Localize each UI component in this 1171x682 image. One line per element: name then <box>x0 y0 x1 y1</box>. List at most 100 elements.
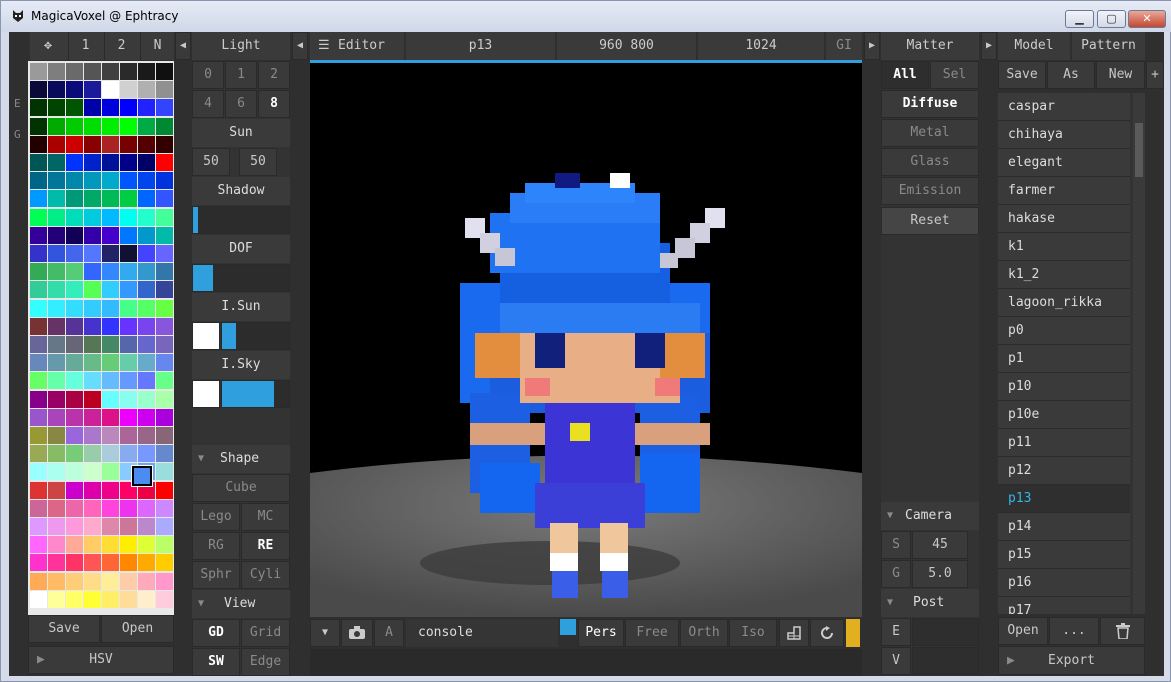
model-save-as-button[interactable]: As <box>1047 61 1095 89</box>
palette-swatch[interactable] <box>84 572 101 590</box>
palette-swatch[interactable] <box>30 281 47 299</box>
palette-swatch[interactable] <box>66 317 83 335</box>
palette-swatch[interactable] <box>120 81 137 99</box>
model-open-button[interactable]: Open <box>998 617 1048 645</box>
palette-swatch[interactable] <box>120 281 137 299</box>
palette-swatch[interactable] <box>138 590 155 608</box>
palette-swatch[interactable] <box>138 135 155 153</box>
palette-tab-n[interactable]: N <box>140 32 174 60</box>
light-preset-2[interactable]: 2 <box>258 61 290 89</box>
palette-swatch[interactable] <box>30 390 47 408</box>
palette-swatch[interactable] <box>156 154 173 171</box>
palette-swatch[interactable] <box>138 81 155 99</box>
palette-swatch[interactable] <box>84 135 101 153</box>
palette-swatch[interactable] <box>66 263 83 281</box>
color-palette[interactable] <box>28 61 174 615</box>
collapse-light-icon[interactable]: ◀ <box>292 32 308 60</box>
palette-swatch[interactable] <box>156 463 173 481</box>
editor-menu[interactable]: ☰ Editor <box>310 32 404 60</box>
palette-swatch[interactable] <box>66 226 83 244</box>
gi-button[interactable]: GI <box>826 32 862 60</box>
isun-color-swatch[interactable] <box>192 322 220 350</box>
view-grid[interactable]: Grid <box>241 619 290 647</box>
palette-swatch[interactable] <box>30 226 47 244</box>
palette-swatch[interactable] <box>84 499 101 517</box>
material-glass[interactable]: Glass <box>881 148 979 176</box>
palette-swatch[interactable] <box>138 572 155 590</box>
palette-swatch[interactable] <box>84 190 101 208</box>
model-list-item[interactable]: p1 <box>998 345 1130 373</box>
palette-swatch[interactable] <box>48 390 65 408</box>
isun-slider[interactable] <box>221 322 290 350</box>
palette-swatch[interactable] <box>48 481 65 499</box>
palette-swatch[interactable] <box>156 299 173 317</box>
palette-swatch[interactable] <box>66 536 83 554</box>
view-sw[interactable]: SW <box>192 648 240 676</box>
side-e[interactable]: E <box>14 97 21 110</box>
palette-swatch[interactable] <box>30 208 47 226</box>
palette-swatch[interactable] <box>48 135 65 153</box>
palette-swatch[interactable] <box>84 372 101 390</box>
palette-swatch[interactable] <box>138 390 155 408</box>
camera-g-value[interactable]: 5.0 <box>912 560 968 588</box>
palette-swatch[interactable] <box>120 117 137 135</box>
light-preset-8[interactable]: 8 <box>258 90 290 118</box>
palette-swatch[interactable] <box>48 190 65 208</box>
palette-swatch[interactable] <box>120 499 137 517</box>
palette-swatch[interactable] <box>156 117 173 135</box>
palette-swatch[interactable] <box>48 572 65 590</box>
model-list-item[interactable]: p16 <box>998 569 1130 597</box>
side-g[interactable]: G <box>14 128 21 141</box>
palette-swatch[interactable] <box>120 263 137 281</box>
palette-swatch[interactable] <box>30 590 47 608</box>
palette-swatch[interactable] <box>66 390 83 408</box>
console-input[interactable]: console <box>406 619 558 647</box>
palette-swatch[interactable] <box>156 99 173 117</box>
palette-tab-2[interactable]: 2 <box>104 32 138 60</box>
palette-swatch[interactable] <box>156 63 173 80</box>
palette-swatch[interactable] <box>120 245 137 262</box>
palette-swatch[interactable] <box>102 518 119 535</box>
palette-swatch[interactable] <box>30 481 47 499</box>
palette-swatch[interactable] <box>120 427 137 444</box>
model-list-item[interactable]: farmer <box>998 177 1130 205</box>
palette-swatch[interactable] <box>120 445 137 463</box>
model-list-item[interactable]: p14 <box>998 513 1130 541</box>
model-list-item[interactable]: p15 <box>998 541 1130 569</box>
camera-section[interactable]: ▼ Camera <box>881 502 979 530</box>
model-more-button[interactable]: ... <box>1049 617 1099 645</box>
palette-swatch[interactable] <box>102 408 119 426</box>
model-save-button[interactable]: Save <box>998 61 1046 89</box>
material-metal[interactable]: Metal <box>881 119 979 147</box>
collapse-model-icon[interactable]: ▶ <box>981 32 997 60</box>
palette-swatch[interactable] <box>120 135 137 153</box>
palette-swatch[interactable] <box>156 427 173 444</box>
palette-swatch[interactable] <box>30 572 47 590</box>
shape-lego[interactable]: Lego <box>192 503 240 531</box>
palette-swatch[interactable] <box>30 499 47 517</box>
palette-swatch[interactable] <box>156 445 173 463</box>
palette-swatch[interactable] <box>66 481 83 499</box>
palette-swatch[interactable] <box>138 117 155 135</box>
palette-swatch[interactable] <box>156 190 173 208</box>
palette-swatch[interactable] <box>30 81 47 99</box>
mode-pers[interactable]: Pers <box>578 619 624 647</box>
light-preset-1[interactable]: 1 <box>225 61 257 89</box>
palette-swatch[interactable] <box>30 135 47 153</box>
palette-swatch[interactable] <box>48 590 65 608</box>
palette-swatch[interactable] <box>102 263 119 281</box>
palette-swatch[interactable] <box>66 518 83 535</box>
palette-swatch[interactable] <box>156 408 173 426</box>
palette-swatch[interactable] <box>156 499 173 517</box>
palette-swatch[interactable] <box>138 208 155 226</box>
palette-swatch[interactable] <box>102 354 119 372</box>
model-list-item[interactable]: caspar <box>998 93 1130 121</box>
palette-swatch[interactable] <box>84 445 101 463</box>
move-icon[interactable]: ✥ <box>30 32 66 60</box>
palette-swatch[interactable] <box>30 336 47 353</box>
palette-swatch[interactable] <box>138 518 155 535</box>
palette-swatch[interactable] <box>120 317 137 335</box>
palette-swatch[interactable] <box>102 590 119 608</box>
palette-swatch[interactable] <box>138 536 155 554</box>
palette-swatch[interactable] <box>102 281 119 299</box>
